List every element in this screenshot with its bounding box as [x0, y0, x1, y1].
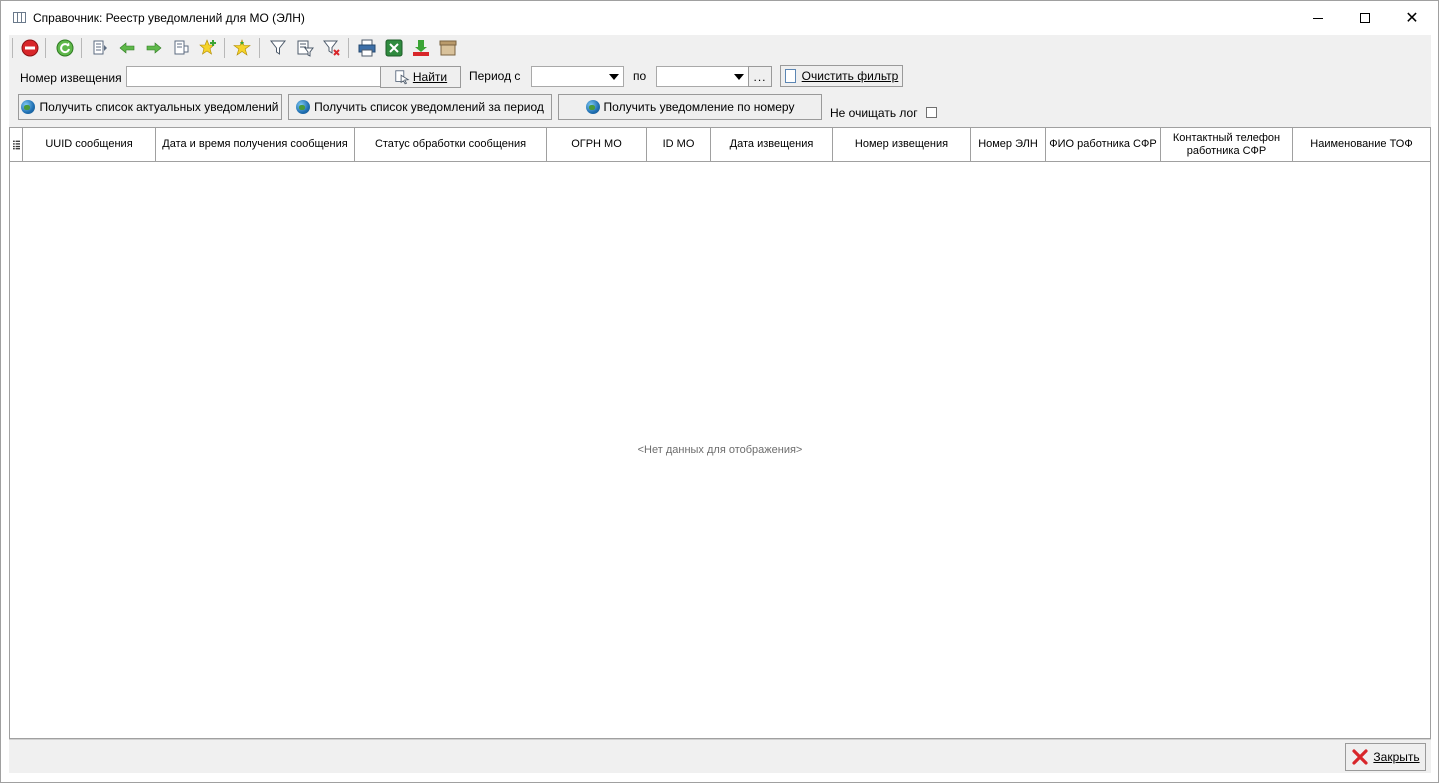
archive-icon	[439, 40, 457, 56]
close-icon: ✕	[1405, 8, 1419, 27]
document-copy-button[interactable]	[170, 37, 192, 59]
period-to-combobox[interactable]	[656, 66, 749, 87]
period-picker-button[interactable]: ...	[748, 66, 772, 87]
column-header-uuid[interactable]: UUID сообщения	[23, 128, 156, 161]
filter-clear-icon	[323, 40, 340, 56]
get-period-notices-label: Получить список уведомлений за период	[314, 100, 544, 114]
document-copy-icon	[174, 40, 189, 55]
clear-filter-label: Очистить фильтр	[801, 69, 899, 83]
find-button[interactable]: Найти	[380, 66, 461, 88]
archive-button[interactable]	[437, 37, 459, 59]
print-button[interactable]	[356, 37, 378, 59]
favorites-button[interactable]	[231, 37, 253, 59]
previous-button[interactable]	[116, 37, 138, 59]
filter-button[interactable]	[267, 37, 289, 59]
clear-filter-button[interactable]: Очистить фильтр	[780, 65, 903, 87]
filter-clear-button[interactable]	[321, 37, 343, 59]
column-header-notice-date[interactable]: Дата извещения	[711, 128, 833, 161]
bottom-bar: Закрыть	[9, 739, 1431, 773]
period-to-label: по	[633, 69, 647, 83]
filter-edit-button[interactable]	[294, 37, 316, 59]
stop-button[interactable]	[19, 37, 41, 59]
period-from-label: Период с	[469, 69, 521, 83]
document-button[interactable]	[89, 37, 111, 59]
no-clear-log-checkbox[interactable]	[926, 107, 937, 118]
close-window-button[interactable]: ✕	[1389, 1, 1435, 35]
column-header-received-at[interactable]: Дата и время получения сообщения	[156, 128, 355, 161]
stop-icon	[21, 39, 39, 57]
globe-icon	[585, 100, 600, 114]
excel-icon	[385, 39, 403, 57]
close-button-label: Закрыть	[1373, 750, 1420, 764]
title-bar: Справочник: Реестр уведомлений для МО (Э…	[1, 1, 1438, 35]
toolbar-separator	[259, 38, 260, 58]
window-title: Справочник: Реестр уведомлений для МО (Э…	[33, 11, 305, 25]
minimize-button[interactable]	[1295, 1, 1341, 35]
maximize-icon	[1360, 13, 1370, 23]
column-header-sfr-employee[interactable]: ФИО работника СФР	[1046, 128, 1161, 161]
export-button[interactable]	[410, 37, 432, 59]
excel-export-button[interactable]	[383, 37, 405, 59]
notice-number-label: Номер извещения	[20, 71, 122, 85]
toolbar-separator	[348, 38, 349, 58]
globe-icon	[21, 100, 36, 114]
next-button[interactable]	[143, 37, 165, 59]
get-notice-by-number-label: Получить уведомление по номеру	[603, 100, 795, 114]
get-notice-by-number-button[interactable]: Получить уведомление по номеру	[558, 94, 822, 120]
toolbar	[9, 35, 1431, 61]
column-header-tof-name[interactable]: Наименование ТОФ	[1293, 128, 1430, 161]
toolbar-separator	[224, 38, 225, 58]
get-actual-notices-button[interactable]: Получить список актуальных уведомлений	[18, 94, 282, 120]
toolbar-separator	[45, 38, 46, 58]
empty-grid-message: <Нет данных для отображения>	[637, 444, 803, 456]
maximize-button[interactable]	[1342, 1, 1388, 35]
add-favorite-button[interactable]	[197, 37, 219, 59]
print-icon	[358, 39, 376, 57]
column-header-ogrn[interactable]: ОГРН МО	[547, 128, 647, 161]
column-header-sfr-phone[interactable]: Контактный телефон работника СФР	[1161, 128, 1293, 161]
notice-number-input[interactable]	[126, 66, 381, 87]
favorite-star-icon	[233, 39, 251, 56]
arrow-right-icon	[146, 42, 162, 54]
add-star-icon	[199, 39, 216, 55]
globe-icon	[296, 100, 311, 114]
column-header-mo-id[interactable]: ID МО	[647, 128, 711, 161]
chevron-down-icon	[609, 74, 619, 80]
close-red-x-icon	[1352, 749, 1368, 765]
filter-panel: Номер извещения Найти Период с по ... Оч…	[9, 61, 1431, 127]
get-actual-notices-label: Получить список актуальных уведомлений	[39, 100, 279, 114]
minimize-icon	[1313, 17, 1323, 19]
column-chooser-button[interactable]	[10, 128, 23, 161]
period-from-combobox[interactable]	[531, 66, 624, 87]
close-button[interactable]: Закрыть	[1345, 743, 1426, 771]
column-header-status[interactable]: Статус обработки сообщения	[355, 128, 547, 161]
filter-edit-icon	[297, 40, 314, 57]
app-window: Справочник: Реестр уведомлений для МО (Э…	[0, 0, 1439, 783]
export-icon	[413, 40, 429, 56]
chevron-down-icon	[734, 74, 744, 80]
get-period-notices-button[interactable]: Получить список уведомлений за период	[288, 94, 552, 120]
refresh-icon	[56, 39, 74, 57]
list-icon	[12, 140, 20, 149]
grid-header: UUID сообщения Дата и время получения со…	[10, 128, 1430, 162]
clear-filter-icon	[784, 69, 796, 83]
data-grid: UUID сообщения Дата и время получения со…	[9, 127, 1431, 739]
table-icon	[13, 12, 26, 23]
find-icon	[395, 70, 410, 85]
find-button-label: Найти	[412, 70, 448, 84]
refresh-button[interactable]	[54, 37, 76, 59]
column-header-eln-number[interactable]: Номер ЭЛН	[971, 128, 1046, 161]
column-header-notice-number[interactable]: Номер извещения	[833, 128, 971, 161]
arrow-left-icon	[119, 42, 135, 54]
document-icon	[93, 40, 107, 55]
toolbar-separator	[81, 38, 82, 58]
filter-icon	[269, 40, 287, 55]
toolbar-separator	[12, 38, 13, 58]
no-clear-log-label: Не очищать лог	[830, 106, 918, 120]
